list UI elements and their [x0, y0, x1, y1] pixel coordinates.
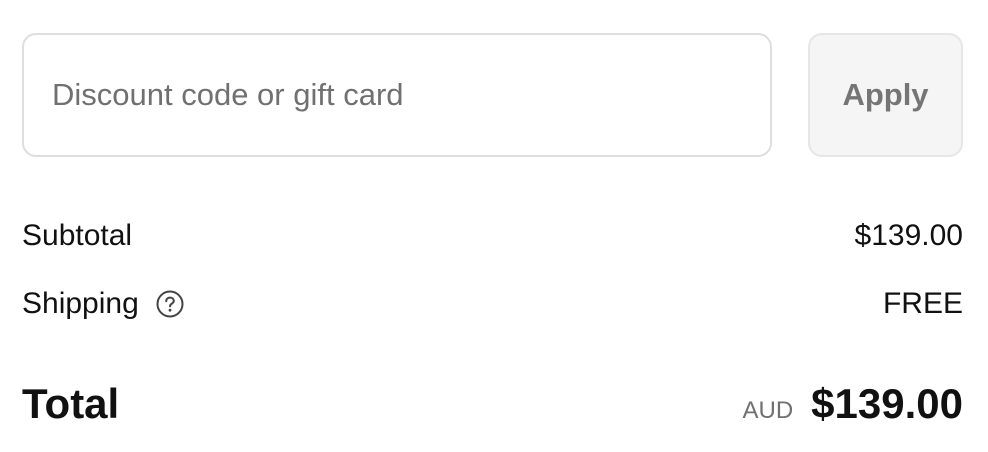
currency-code: AUD — [742, 397, 794, 424]
shipping-row: Shipping FREE — [22, 282, 963, 326]
discount-code-input[interactable] — [22, 33, 772, 157]
subtotal-row: Subtotal $139.00 — [22, 214, 963, 258]
total-label: Total — [22, 380, 120, 427]
order-summary: Apply Subtotal $139.00 Shipping FREE Tot… — [0, 0, 988, 452]
discount-row: Apply — [22, 33, 963, 157]
question-circle-icon[interactable] — [155, 289, 185, 319]
apply-button[interactable]: Apply — [808, 33, 963, 157]
total-value: $139.00 — [811, 380, 963, 427]
shipping-value: FREE — [882, 287, 963, 320]
subtotal-value: $139.00 — [854, 219, 963, 252]
total-amount-group: AUD $139.00 — [743, 380, 964, 428]
shipping-label: Shipping — [22, 287, 139, 320]
total-row: Total AUD $139.00 — [22, 374, 963, 434]
subtotal-label: Subtotal — [22, 219, 133, 252]
shipping-label-group: Shipping — [22, 287, 185, 321]
